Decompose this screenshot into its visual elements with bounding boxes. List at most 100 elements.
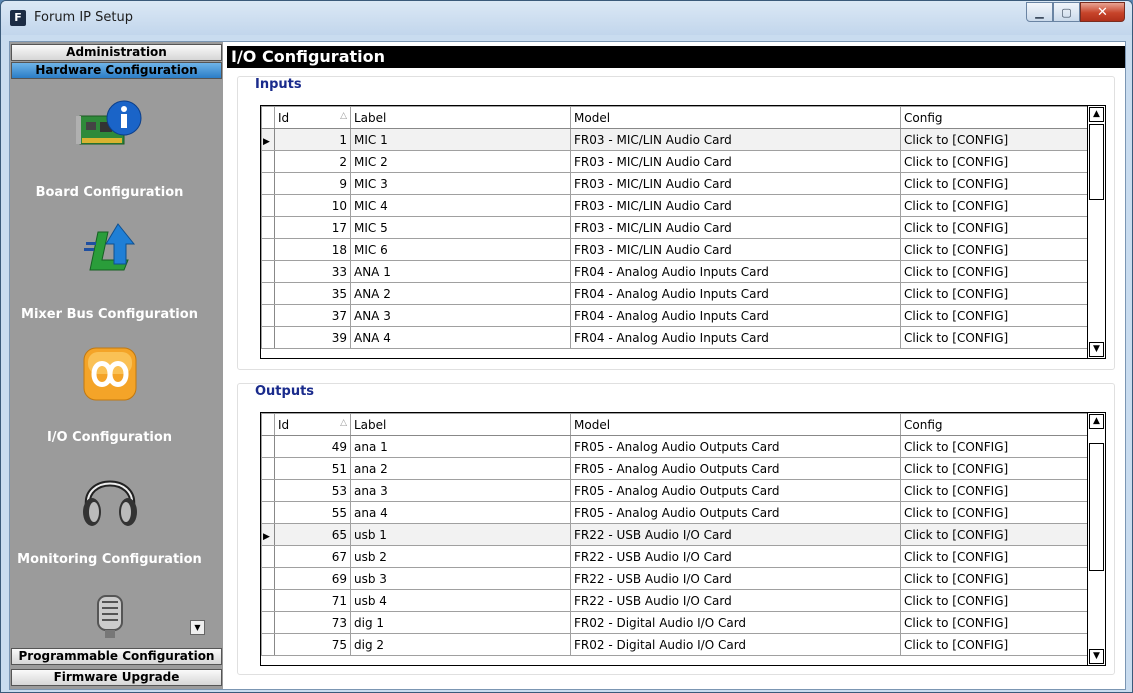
outputs-scrollbar[interactable]: ▲ ▼ <box>1087 413 1105 665</box>
cell-id[interactable]: 75 <box>274 633 351 656</box>
table-row[interactable]: 67 usb 2 FR22 - USB Audio I/O Card Click to… <box>261 545 1089 568</box>
cell-config[interactable]: Click to [CONFIG] <box>900 304 1089 327</box>
scroll-up-button[interactable]: ▲ <box>1089 107 1104 122</box>
table-row[interactable]: 53 ana 3 FR05 - Analog Audio Outputs Card C… <box>261 479 1089 502</box>
column-header-label[interactable]: Label <box>350 106 571 129</box>
sidebar-item-mixer[interactable] <box>10 220 209 283</box>
cell-config[interactable]: Click to [CONFIG] <box>900 523 1089 546</box>
cell-config[interactable]: Click to [CONFIG] <box>900 589 1089 612</box>
cell-model[interactable]: FR05 - Analog Audio Outputs Card <box>570 457 901 480</box>
cell-model[interactable]: FR03 - MIC/LIN Audio Card <box>570 194 901 217</box>
scroll-down-button[interactable]: ▼ <box>1089 342 1104 357</box>
cell-config[interactable]: Click to [CONFIG] <box>900 216 1089 239</box>
row-selector[interactable] <box>261 172 275 195</box>
column-header-id[interactable]: Id △ <box>274 106 351 129</box>
cell-label[interactable]: dig 1 <box>350 611 571 634</box>
row-selector[interactable] <box>261 282 275 305</box>
cell-id[interactable]: 17 <box>274 216 351 239</box>
cell-model[interactable]: FR03 - MIC/LIN Audio Card <box>570 216 901 239</box>
cell-label[interactable]: usb 3 <box>350 567 571 590</box>
cell-model[interactable]: FR02 - Digital Audio I/O Card <box>570 633 901 656</box>
table-row[interactable]: 9 MIC 3 FR03 - MIC/LIN Audio Card Click to … <box>261 172 1089 195</box>
row-selector[interactable] <box>261 479 275 502</box>
table-row[interactable]: 35 ANA 2 FR04 - Analog Audio Inputs Card Cl… <box>261 282 1089 305</box>
table-row[interactable]: 73 dig 1 FR02 - Digital Audio I/O Card Clic… <box>261 611 1089 634</box>
minimize-button[interactable]: ▁ <box>1026 2 1053 22</box>
cell-label[interactable]: ana 3 <box>350 479 571 502</box>
cell-config[interactable]: Click to [CONFIG] <box>900 633 1089 656</box>
row-selector[interactable] <box>261 260 275 283</box>
cell-id[interactable]: 73 <box>274 611 351 634</box>
cell-model[interactable]: FR22 - USB Audio I/O Card <box>570 589 901 612</box>
cell-id[interactable]: 39 <box>274 326 351 349</box>
cell-config[interactable]: Click to [CONFIG] <box>900 435 1089 458</box>
row-selector[interactable] <box>261 501 275 524</box>
cell-model[interactable]: FR04 - Analog Audio Inputs Card <box>570 304 901 327</box>
cell-id[interactable]: 71 <box>274 589 351 612</box>
nav-firmware-upgrade[interactable]: Firmware Upgrade <box>11 669 222 686</box>
sidebar-item-monitoring[interactable] <box>10 466 209 535</box>
table-row[interactable]: 10 MIC 4 FR03 - MIC/LIN Audio Card Click to… <box>261 194 1089 217</box>
cell-model[interactable]: FR22 - USB Audio I/O Card <box>570 523 901 546</box>
cell-model[interactable]: FR05 - Analog Audio Outputs Card <box>570 479 901 502</box>
table-row[interactable]: ▶ 1 MIC 1 FR03 - MIC/LIN Audio Card Click to… <box>261 128 1089 151</box>
row-selector[interactable] <box>261 435 275 458</box>
table-row[interactable]: 2 MIC 2 FR03 - MIC/LIN Audio Card Click to … <box>261 150 1089 173</box>
cell-label[interactable]: MIC 2 <box>350 150 571 173</box>
cell-id[interactable]: 69 <box>274 567 351 590</box>
cell-id[interactable]: 1 <box>274 128 351 151</box>
table-row[interactable]: 55 ana 4 FR05 - Analog Audio Outputs Card C… <box>261 501 1089 524</box>
row-selector[interactable] <box>261 194 275 217</box>
cell-id[interactable]: 18 <box>274 238 351 261</box>
scroll-thumb[interactable] <box>1089 124 1104 200</box>
cell-label[interactable]: MIC 1 <box>350 128 571 151</box>
row-selector[interactable] <box>261 457 275 480</box>
cell-config[interactable]: Click to [CONFIG] <box>900 172 1089 195</box>
table-row[interactable]: 33 ANA 1 FR04 - Analog Audio Inputs Card Cl… <box>261 260 1089 283</box>
sidebar-label-mixer[interactable]: Mixer Bus Configuration <box>10 307 209 322</box>
column-header-config[interactable]: Config <box>900 413 1089 436</box>
sidebar-item-io[interactable] <box>10 344 209 407</box>
cell-label[interactable]: ANA 3 <box>350 304 571 327</box>
cell-label[interactable]: MIC 6 <box>350 238 571 261</box>
cell-label[interactable]: ana 1 <box>350 435 571 458</box>
cell-label[interactable]: MIC 5 <box>350 216 571 239</box>
title-bar[interactable]: F Forum IP Setup ▁ ▢ ✕ <box>1 1 1132 35</box>
cell-model[interactable]: FR22 - USB Audio I/O Card <box>570 567 901 590</box>
row-selector[interactable] <box>261 545 275 568</box>
row-selector[interactable] <box>261 216 275 239</box>
maximize-button[interactable]: ▢ <box>1053 2 1080 22</box>
cell-model[interactable]: FR03 - MIC/LIN Audio Card <box>570 128 901 151</box>
cell-id[interactable]: 2 <box>274 150 351 173</box>
table-row[interactable]: 18 MIC 6 FR03 - MIC/LIN Audio Card Click to… <box>261 238 1089 261</box>
cell-config[interactable]: Click to [CONFIG] <box>900 260 1089 283</box>
cell-config[interactable]: Click to [CONFIG] <box>900 238 1089 261</box>
cell-config[interactable]: Click to [CONFIG] <box>900 501 1089 524</box>
row-selector[interactable] <box>261 633 275 656</box>
cell-config[interactable]: Click to [CONFIG] <box>900 545 1089 568</box>
cell-config[interactable]: Click to [CONFIG] <box>900 457 1089 480</box>
cell-model[interactable]: FR03 - MIC/LIN Audio Card <box>570 172 901 195</box>
cell-model[interactable]: FR03 - MIC/LIN Audio Card <box>570 238 901 261</box>
cell-label[interactable]: ana 4 <box>350 501 571 524</box>
table-row[interactable]: 71 usb 4 FR22 - USB Audio I/O Card Click to… <box>261 589 1089 612</box>
row-selector[interactable]: ▶ <box>261 128 275 151</box>
cell-label[interactable]: dig 2 <box>350 633 571 656</box>
row-selector[interactable] <box>261 611 275 634</box>
cell-model[interactable]: FR04 - Analog Audio Inputs Card <box>570 282 901 305</box>
nav-administration[interactable]: Administration <box>11 44 222 61</box>
table-row[interactable]: 51 ana 2 FR05 - Analog Audio Outputs Card C… <box>261 457 1089 480</box>
cell-model[interactable]: FR03 - MIC/LIN Audio Card <box>570 150 901 173</box>
cell-model[interactable]: FR02 - Digital Audio I/O Card <box>570 611 901 634</box>
cell-model[interactable]: FR05 - Analog Audio Outputs Card <box>570 435 901 458</box>
row-selector[interactable]: ▶ <box>261 523 275 546</box>
table-row[interactable]: ▶ 65 usb 1 FR22 - USB Audio I/O Card Click t… <box>261 523 1089 546</box>
row-selector[interactable] <box>261 589 275 612</box>
cell-config[interactable]: Click to [CONFIG] <box>900 479 1089 502</box>
sidebar-label-board[interactable]: Board Configuration <box>10 185 209 200</box>
cell-config[interactable]: Click to [CONFIG] <box>900 326 1089 349</box>
nav-hardware-configuration[interactable]: Hardware Configuration <box>11 62 222 79</box>
cell-label[interactable]: ana 2 <box>350 457 571 480</box>
table-row[interactable]: 75 dig 2 FR02 - Digital Audio I/O Card Clic… <box>261 633 1089 656</box>
inputs-scrollbar[interactable]: ▲ ▼ <box>1087 106 1105 358</box>
